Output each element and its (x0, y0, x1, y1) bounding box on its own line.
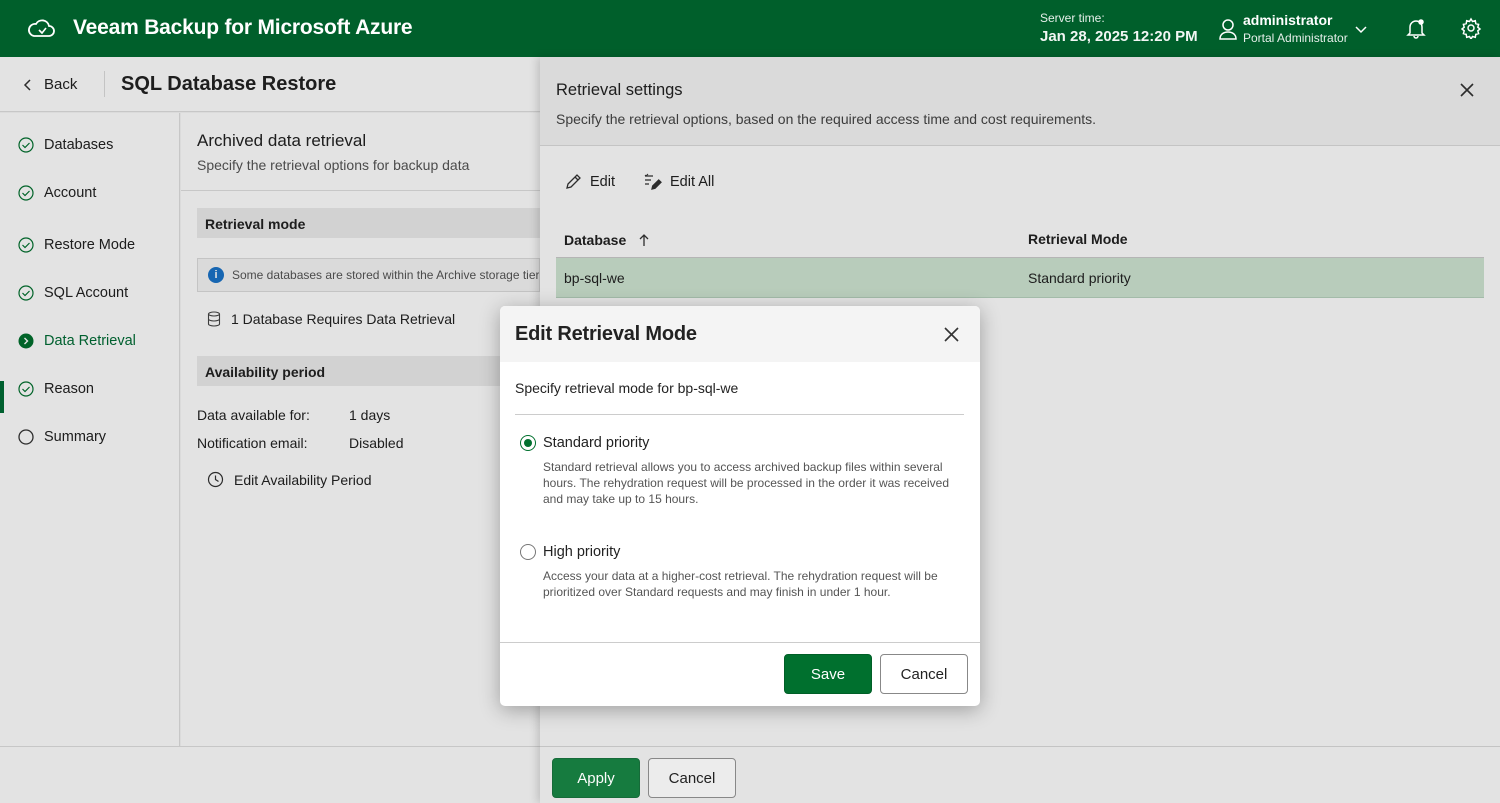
apply-button[interactable]: Apply (552, 758, 640, 798)
bell-icon[interactable] (1405, 17, 1427, 39)
high-priority-description: Access your data at a higher-cost retrie… (543, 569, 938, 599)
standard-priority-label[interactable]: Standard priority (543, 435, 649, 451)
divider (500, 642, 980, 643)
app-header: Veeam Backup for Microsoft Azure Server … (0, 0, 1500, 57)
user-role: Portal Administrator (1243, 31, 1348, 45)
high-priority-radio[interactable] (520, 544, 536, 560)
server-time-label: Server time: (1040, 11, 1105, 25)
app-title: Veeam Backup for Microsoft Azure (73, 16, 413, 39)
dialog-title: Edit Retrieval Mode (515, 323, 697, 345)
save-button[interactable]: Save (784, 654, 872, 694)
divider (515, 414, 964, 415)
close-icon[interactable] (943, 326, 960, 343)
dialog-header: Edit Retrieval Mode (500, 306, 980, 362)
high-priority-label[interactable]: High priority (543, 544, 620, 560)
panel-cancel-button[interactable]: Cancel (648, 758, 736, 798)
standard-priority-radio[interactable] (520, 435, 536, 451)
cloud-logo-icon (28, 19, 55, 37)
standard-priority-description: Standard retrieval allows you to access … (543, 460, 949, 506)
server-time-value: Jan 28, 2025 12:20 PM (1040, 28, 1198, 45)
user-icon[interactable] (1218, 18, 1238, 40)
cancel-button[interactable]: Cancel (880, 654, 968, 694)
edit-retrieval-mode-dialog: Edit Retrieval Mode Specify retrieval mo… (500, 306, 980, 706)
dialog-subtitle: Specify retrieval mode for bp-sql-we (515, 380, 739, 396)
user-name: administrator (1243, 12, 1333, 28)
chevron-down-icon[interactable] (1354, 22, 1368, 36)
server-time: Server time: Jan 28, 2025 12:20 PM (1040, 11, 1198, 45)
user-menu[interactable]: administrator Portal Administrator (1243, 12, 1348, 45)
gear-icon[interactable] (1460, 17, 1482, 39)
